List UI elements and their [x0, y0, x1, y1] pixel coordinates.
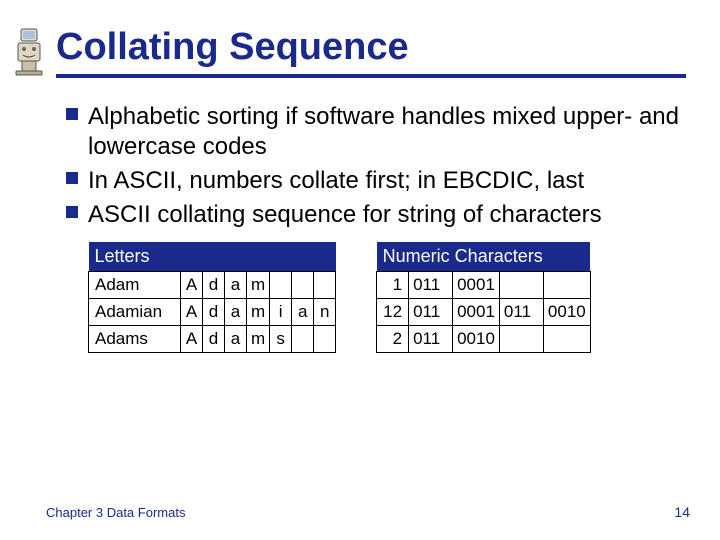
char-cell: a [225, 325, 247, 352]
char-cell: A [181, 271, 203, 298]
char-cell: m [247, 298, 270, 325]
char-cell [314, 271, 336, 298]
bullet-item: ASCII collating sequence for string of c… [66, 200, 686, 230]
footer-text: Chapter 3 Data Formats [46, 505, 185, 520]
char-cell: i [270, 298, 292, 325]
char-cell: a [225, 271, 247, 298]
name-cell: Adam [89, 271, 181, 298]
bullet-item: Alphabetic sorting if software handles m… [66, 102, 686, 162]
bits-cell [543, 325, 590, 352]
title-underline [56, 74, 686, 78]
bits-cell: 011 [409, 271, 453, 298]
table-row: Adam A d a m [89, 271, 336, 298]
char-cell: d [203, 325, 225, 352]
bits-cell [499, 271, 543, 298]
table-row: 12 011 0001 011 0010 [377, 298, 591, 325]
bullet-marker [66, 108, 78, 120]
char-cell: d [203, 271, 225, 298]
bits-cell: 011 [409, 325, 453, 352]
char-cell [292, 325, 314, 352]
bits-cell: 0010 [453, 325, 500, 352]
bits-cell: 011 [409, 298, 453, 325]
char-cell: m [247, 325, 270, 352]
bullet-text: Alphabetic sorting if software handles m… [88, 103, 679, 160]
slide-container: Collating Sequence Alphabetic sorting if… [0, 0, 720, 540]
name-cell: Adamian [89, 298, 181, 325]
bullet-marker [66, 206, 78, 218]
table-row: Adamian A d a m i a n [89, 298, 336, 325]
char-cell: s [270, 325, 292, 352]
bullet-text: ASCII collating sequence for string of c… [88, 201, 602, 228]
num-cell: 12 [377, 298, 409, 325]
slide-title: Collating Sequence [56, 28, 686, 68]
bullet-item: In ASCII, numbers collate first; in EBCD… [66, 166, 686, 196]
bullet-text: In ASCII, numbers collate first; in EBCD… [88, 167, 584, 194]
letters-table: Letters Adam A d a m Adamian A d a m i a… [88, 242, 336, 353]
page-number: 14 [674, 504, 690, 520]
char-cell [314, 325, 336, 352]
char-cell: n [314, 298, 336, 325]
table-row: Adams A d a m s [89, 325, 336, 352]
char-cell: m [247, 271, 270, 298]
numeric-table: Numeric Characters 1 011 0001 12 011 000… [376, 242, 591, 353]
char-cell: a [225, 298, 247, 325]
name-cell: Adams [89, 325, 181, 352]
char-cell [292, 271, 314, 298]
char-cell [270, 271, 292, 298]
bits-cell: 0010 [543, 298, 590, 325]
computer-clipart-icon [12, 26, 46, 76]
char-cell: A [181, 298, 203, 325]
bits-cell: 0001 [453, 298, 500, 325]
letters-header: Letters [89, 242, 336, 272]
numeric-header: Numeric Characters [377, 242, 591, 272]
bullet-list: Alphabetic sorting if software handles m… [66, 102, 686, 230]
bits-cell [499, 325, 543, 352]
char-cell: a [292, 298, 314, 325]
char-cell: d [203, 298, 225, 325]
num-cell: 1 [377, 271, 409, 298]
num-cell: 2 [377, 325, 409, 352]
bits-cell: 0001 [453, 271, 500, 298]
char-cell: A [181, 325, 203, 352]
bits-cell: 011 [499, 298, 543, 325]
tables-row: Letters Adam A d a m Adamian A d a m i a… [88, 242, 686, 353]
bits-cell [543, 271, 590, 298]
table-row: 1 011 0001 [377, 271, 591, 298]
bullet-marker [66, 172, 78, 184]
table-row: 2 011 0010 [377, 325, 591, 352]
